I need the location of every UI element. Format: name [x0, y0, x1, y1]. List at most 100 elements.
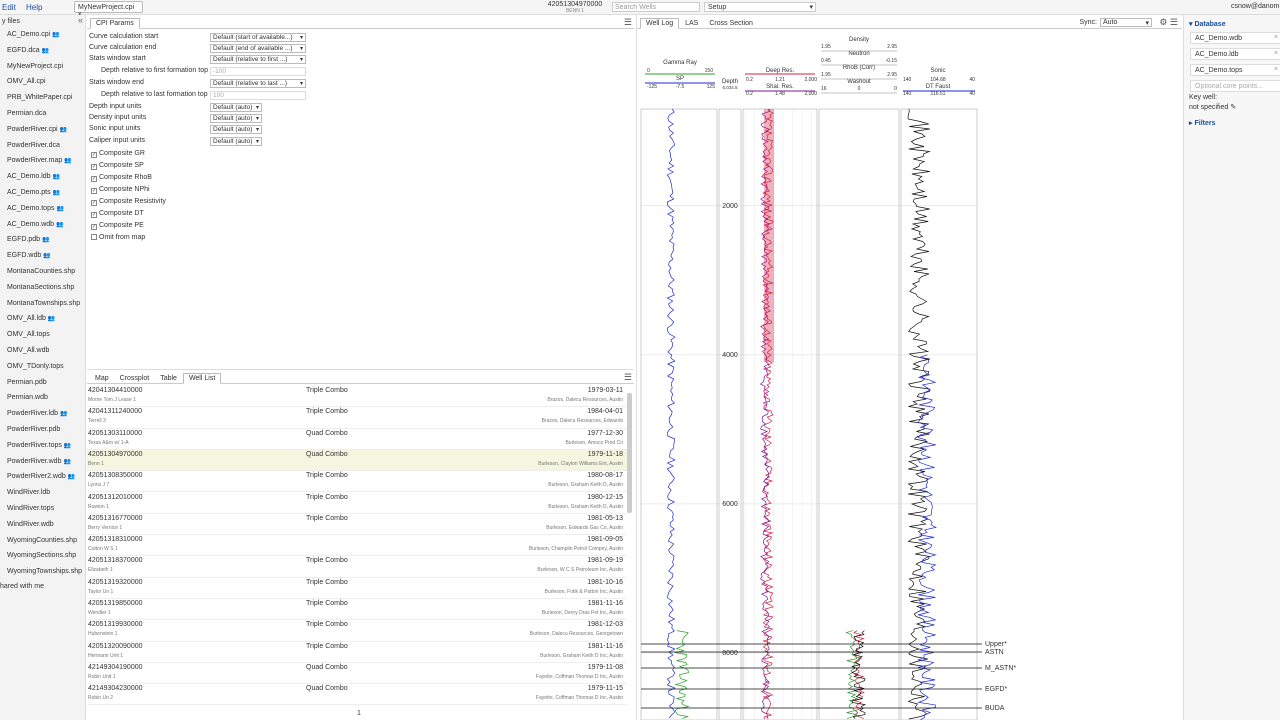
- file-item[interactable]: PowderRiver.dca: [0, 138, 85, 154]
- tab-map[interactable]: Map: [90, 374, 114, 383]
- param-select[interactable]: Default (end of available ...) ▾: [210, 44, 306, 53]
- param-field[interactable]: -100: [210, 67, 306, 76]
- file-item[interactable]: WyomingTownships.shp: [0, 564, 85, 580]
- file-item[interactable]: EGFD.pdb 👥: [0, 232, 85, 248]
- file-item[interactable]: OMV_All.ldb 👥: [0, 311, 85, 327]
- file-item[interactable]: EGFD.wdb 👥: [0, 248, 85, 264]
- menu-edit[interactable]: Edit: [2, 3, 16, 12]
- param-select[interactable]: Default (auto) ▾: [210, 125, 262, 134]
- file-item[interactable]: PowderRiver.pdb: [0, 422, 85, 438]
- file-item[interactable]: OMV_All.cpi: [0, 74, 85, 90]
- file-item[interactable]: WindRiver.ldb: [0, 485, 85, 501]
- tab-cross-section[interactable]: Cross Section: [704, 19, 758, 28]
- param-select[interactable]: Default (auto) ▾: [210, 137, 262, 146]
- menu-help[interactable]: Help: [26, 3, 42, 12]
- file-item[interactable]: WindRiver.tops: [0, 501, 85, 517]
- param-select[interactable]: Default (auto) ▾: [210, 103, 262, 112]
- file-item[interactable]: MontanaTownships.shp: [0, 296, 85, 312]
- file-item[interactable]: MyNewProject.cpi: [0, 59, 85, 75]
- close-icon[interactable]: ×: [1274, 50, 1278, 57]
- composite-checkbox[interactable]: ✓ Composite Resistivity: [91, 198, 166, 206]
- composite-checkbox[interactable]: ✓ Composite GR: [91, 150, 145, 158]
- file-item[interactable]: OMV_All.tops: [0, 327, 85, 343]
- shared-with-me[interactable]: hared with me: [0, 580, 85, 594]
- tab-well-list[interactable]: Well List: [182, 373, 222, 384]
- file-item[interactable]: OMV_TDonly.tops: [0, 359, 85, 375]
- well-log-tracks[interactable]: Gamma Ray0 150SP-125 -7.5 125Depth6,034.5De…: [637, 31, 1183, 720]
- file-item[interactable]: Permian.wdb: [0, 390, 85, 406]
- param-select[interactable]: Default (auto) ▾: [210, 114, 262, 123]
- table-row[interactable]: 42051316770000 Berry Vernice 1 Triple Comb…: [87, 514, 627, 536]
- table-row[interactable]: 42051318310000 Cotton W S 1 1981-09-05 Burl…: [87, 535, 627, 557]
- file-item[interactable]: AC_Demo.ldb 👥: [0, 169, 85, 185]
- database-item[interactable]: AC_Demo.tops ×: [1190, 64, 1280, 76]
- composite-checkbox[interactable]: ✓ Composite SP: [91, 162, 144, 170]
- close-icon[interactable]: ×: [1274, 66, 1278, 73]
- file-item[interactable]: WyomingSections.shp: [0, 548, 85, 564]
- file-item[interactable]: AC_Demo.cpi 👥: [0, 27, 85, 43]
- search-wells-input[interactable]: Search Wells: [612, 2, 700, 12]
- file-item[interactable]: WyomingCounties.shp: [0, 533, 85, 549]
- table-row[interactable]: 42051319930000 Hubenstein 1 Triple Combo 19…: [87, 620, 627, 642]
- file-item[interactable]: MontanaCounties.shp: [0, 264, 85, 280]
- file-item[interactable]: AC_Demo.pts 👥: [0, 185, 85, 201]
- composite-checkbox[interactable]: Omit from map: [91, 234, 145, 241]
- table-row[interactable]: 42051318370000 Elizabeth 1 Triple Combo 198…: [87, 556, 627, 578]
- menu-icon[interactable]: ☰: [624, 17, 632, 28]
- file-item[interactable]: PowderRiver.cpi 👥: [0, 122, 85, 138]
- close-icon[interactable]: ×: [1274, 34, 1278, 41]
- tab-cpi-params[interactable]: CPI Params: [90, 18, 140, 29]
- file-item[interactable]: AC_Demo.wdb 👥: [0, 217, 85, 233]
- table-row[interactable]: 42149304230000 Robin Un 2 Quad Combo 1979-1…: [87, 684, 627, 706]
- file-item[interactable]: WindRiver.wdb: [0, 517, 85, 533]
- param-field[interactable]: 100: [210, 91, 306, 100]
- composite-checkbox[interactable]: ✓ Composite NPhi: [91, 186, 150, 194]
- param-select[interactable]: Default (relative to first ...) ▾: [210, 55, 306, 64]
- database-item[interactable]: AC_Demo.wdb ×: [1190, 32, 1280, 44]
- tab-crossplot[interactable]: Crossplot: [115, 374, 155, 383]
- file-item[interactable]: PowderRiver.ldb 👥: [0, 406, 85, 422]
- database-section[interactable]: ▾ Database: [1184, 15, 1280, 28]
- composite-checkbox[interactable]: ✓ Composite RhoB: [91, 174, 152, 182]
- menu-icon[interactable]: ☰: [1170, 17, 1178, 27]
- tab-las[interactable]: LAS: [680, 19, 703, 28]
- collapse-icon[interactable]: «: [78, 15, 83, 25]
- page-number[interactable]: 1: [357, 710, 361, 717]
- file-item[interactable]: EGFD.dca 👥: [0, 43, 85, 59]
- table-row[interactable]: 42041311240000 Terrell 3 Triple Combo 1984-…: [87, 407, 627, 429]
- file-item[interactable]: PowderRiver.tops 👥: [0, 438, 85, 454]
- table-row[interactable]: 42051319850000 Wendler 1 Triple Combo 1981-…: [87, 599, 627, 621]
- file-item[interactable]: AC_Demo.tops 👥: [0, 201, 85, 217]
- composite-checkbox[interactable]: ✓ Composite DT: [91, 210, 144, 218]
- composite-checkbox[interactable]: ✓ Composite PE: [91, 222, 144, 230]
- file-item[interactable]: Permian.dca: [0, 106, 85, 122]
- file-item[interactable]: MontanaSections.shp: [0, 280, 85, 296]
- file-item[interactable]: PRB_WhitePaper.cpi: [0, 90, 85, 106]
- table-row[interactable]: 42051303110000 Texas A&m w/ 1-A Quad Combo…: [87, 429, 627, 450]
- settings-icon[interactable]: ⚙: [1159, 17, 1167, 27]
- database-item[interactable]: AC_Demo.ldb ×: [1190, 48, 1280, 60]
- file-item[interactable]: Permian.pdb: [0, 375, 85, 391]
- table-row[interactable]: 42051308350000 Lyons J 7 Triple Combo 1980-…: [87, 471, 627, 493]
- tab-well-log[interactable]: Well Log: [640, 18, 680, 29]
- sync-dropdown[interactable]: Auto ▾: [1100, 18, 1152, 27]
- menu-icon[interactable]: ☰: [624, 372, 632, 383]
- file-item[interactable]: PowderRiver.wdb 👥: [0, 454, 85, 470]
- core-points-input[interactable]: Optional core points...: [1190, 80, 1280, 92]
- table-row[interactable]: 42051320090000 Hermann Unit 1 Triple Combo…: [87, 642, 627, 663]
- scrollbar[interactable]: [627, 393, 632, 513]
- param-select[interactable]: Default (relative to last ...) ▾: [210, 79, 306, 88]
- table-row[interactable]: 42041304410000 Moore Tom J Lease 1 Triple …: [87, 386, 627, 408]
- user-account[interactable]: csnow@danom: [1231, 3, 1279, 10]
- table-row[interactable]: 42051319320000 Taylor Un 1 Triple Combo 198…: [87, 578, 627, 599]
- table-row[interactable]: 42149304190000 Robin Unit 1 Quad Combo 1979…: [87, 663, 627, 685]
- table-row[interactable]: 42051304970000 Benn 1 Quad Combo 1979-11-18…: [87, 449, 627, 472]
- pencil-icon[interactable]: ✎: [1230, 104, 1236, 111]
- open-file-tab[interactable]: MyNewProject.cpi x: [74, 1, 143, 18]
- filters-section[interactable]: ▸ Filters: [1184, 111, 1280, 127]
- tab-table[interactable]: Table: [155, 374, 182, 383]
- file-item[interactable]: PowderRiver.map 👥: [0, 153, 85, 169]
- table-row[interactable]: 42051312010000 Ruwion 1 Triple Combo 1980-1…: [87, 493, 627, 514]
- file-item[interactable]: PowderRiver2.wdb 👥: [0, 469, 85, 485]
- param-select[interactable]: Default (start of available...) ▾: [210, 33, 306, 42]
